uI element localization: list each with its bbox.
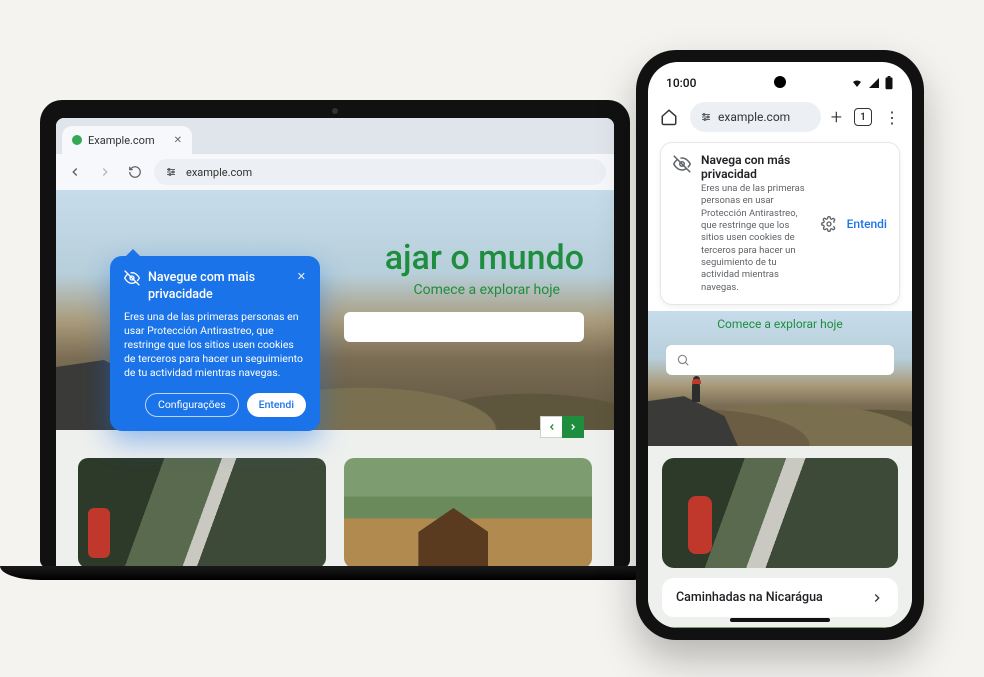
home-indicator[interactable]: [730, 618, 830, 622]
page-content: ajar o mundo Comece a explorar hoje: [56, 190, 614, 568]
card-body: Eres una de las primeras personas en usa…: [701, 183, 811, 294]
privacy-popover: Navegue com mais privacidade ✕ Eres una …: [110, 256, 320, 431]
wifi-icon: [850, 77, 864, 89]
popover-body: Eres una de las primeras personas en usa…: [124, 310, 306, 381]
reload-button[interactable]: [124, 161, 146, 183]
tab-close-icon[interactable]: ✕: [174, 135, 182, 146]
phone-address-bar[interactable]: example.com: [690, 102, 821, 132]
card-confirm-button[interactable]: Entendi: [847, 217, 887, 231]
new-tab-icon[interactable]: +: [831, 105, 842, 129]
popover-close-icon[interactable]: ✕: [297, 270, 306, 285]
address-bar-text: example.com: [186, 166, 252, 179]
chevron-right-icon: [870, 591, 884, 605]
popover-settings-button[interactable]: Configurações: [145, 393, 239, 417]
signal-icon: [867, 77, 881, 89]
back-button[interactable]: [64, 161, 86, 183]
forward-button[interactable]: [94, 161, 116, 183]
carousel-next-button[interactable]: [562, 416, 584, 438]
phone-url-text: example.com: [718, 110, 790, 124]
chrome-toolbar: example.com: [56, 154, 614, 190]
battery-icon: [884, 76, 894, 90]
popover-title: Navegue com mais privacidade: [148, 270, 289, 304]
home-icon[interactable]: [660, 108, 680, 126]
site-settings-icon[interactable]: [164, 165, 178, 179]
phone-hero-subtitle: Comece a explorar hoje: [648, 317, 912, 331]
carousel-controls: [540, 416, 584, 438]
status-time: 10:00: [666, 76, 696, 90]
tab-title: Example.com: [88, 134, 155, 147]
list-item[interactable]: Caminhadas na Nicarágua: [662, 578, 898, 617]
tab-switcher-button[interactable]: 1: [854, 108, 872, 126]
hero-search-input[interactable]: [344, 312, 584, 342]
phone-camera: [774, 76, 786, 88]
phone-toolbar: example.com + 1 ⋮: [648, 98, 912, 140]
carousel-prev-button[interactable]: [540, 416, 562, 438]
laptop-device: Example.com ✕ exam: [40, 100, 630, 568]
list-item-label: Caminhadas na Nicarágua: [676, 590, 823, 605]
thumbnail-card[interactable]: [78, 458, 326, 568]
gear-icon[interactable]: [821, 216, 837, 232]
phone-content-list: Caminhadas na Nicarágua: [648, 446, 912, 628]
tab-favicon: [72, 135, 82, 145]
eye-off-icon: [124, 270, 140, 286]
phone-hero-search[interactable]: [666, 345, 894, 375]
overflow-menu-icon[interactable]: ⋮: [884, 108, 900, 127]
laptop-screen: Example.com ✕ exam: [56, 118, 614, 568]
eye-off-icon: [673, 153, 691, 294]
browser-tab[interactable]: Example.com ✕: [62, 126, 192, 154]
privacy-card: Navega con más privacidad Eres una de la…: [660, 142, 900, 305]
phone-device: 10:00 example.com: [636, 50, 924, 640]
hero-subtitle: Comece a explorar hoje: [413, 282, 560, 298]
laptop-base: [0, 566, 670, 580]
chrome-tabstrip: Example.com ✕: [56, 118, 614, 154]
phone-hero-banner: Comece a explorar hoje: [648, 311, 912, 446]
list-thumbnail[interactable]: [662, 458, 898, 568]
card-title: Navega con más privacidad: [701, 153, 811, 181]
tab-count: 1: [860, 112, 866, 123]
hero-title: ajar o mundo: [385, 238, 584, 278]
thumbnail-row: [56, 430, 614, 568]
thumbnail-card[interactable]: [344, 458, 592, 568]
laptop-camera: [332, 108, 338, 114]
address-bar[interactable]: example.com: [154, 159, 606, 185]
list-thumbnail[interactable]: [662, 627, 898, 628]
phone-screen: 10:00 example.com: [648, 62, 912, 628]
popover-confirm-button[interactable]: Entendi: [247, 393, 306, 417]
search-icon: [676, 353, 690, 367]
site-settings-icon[interactable]: [700, 111, 712, 123]
